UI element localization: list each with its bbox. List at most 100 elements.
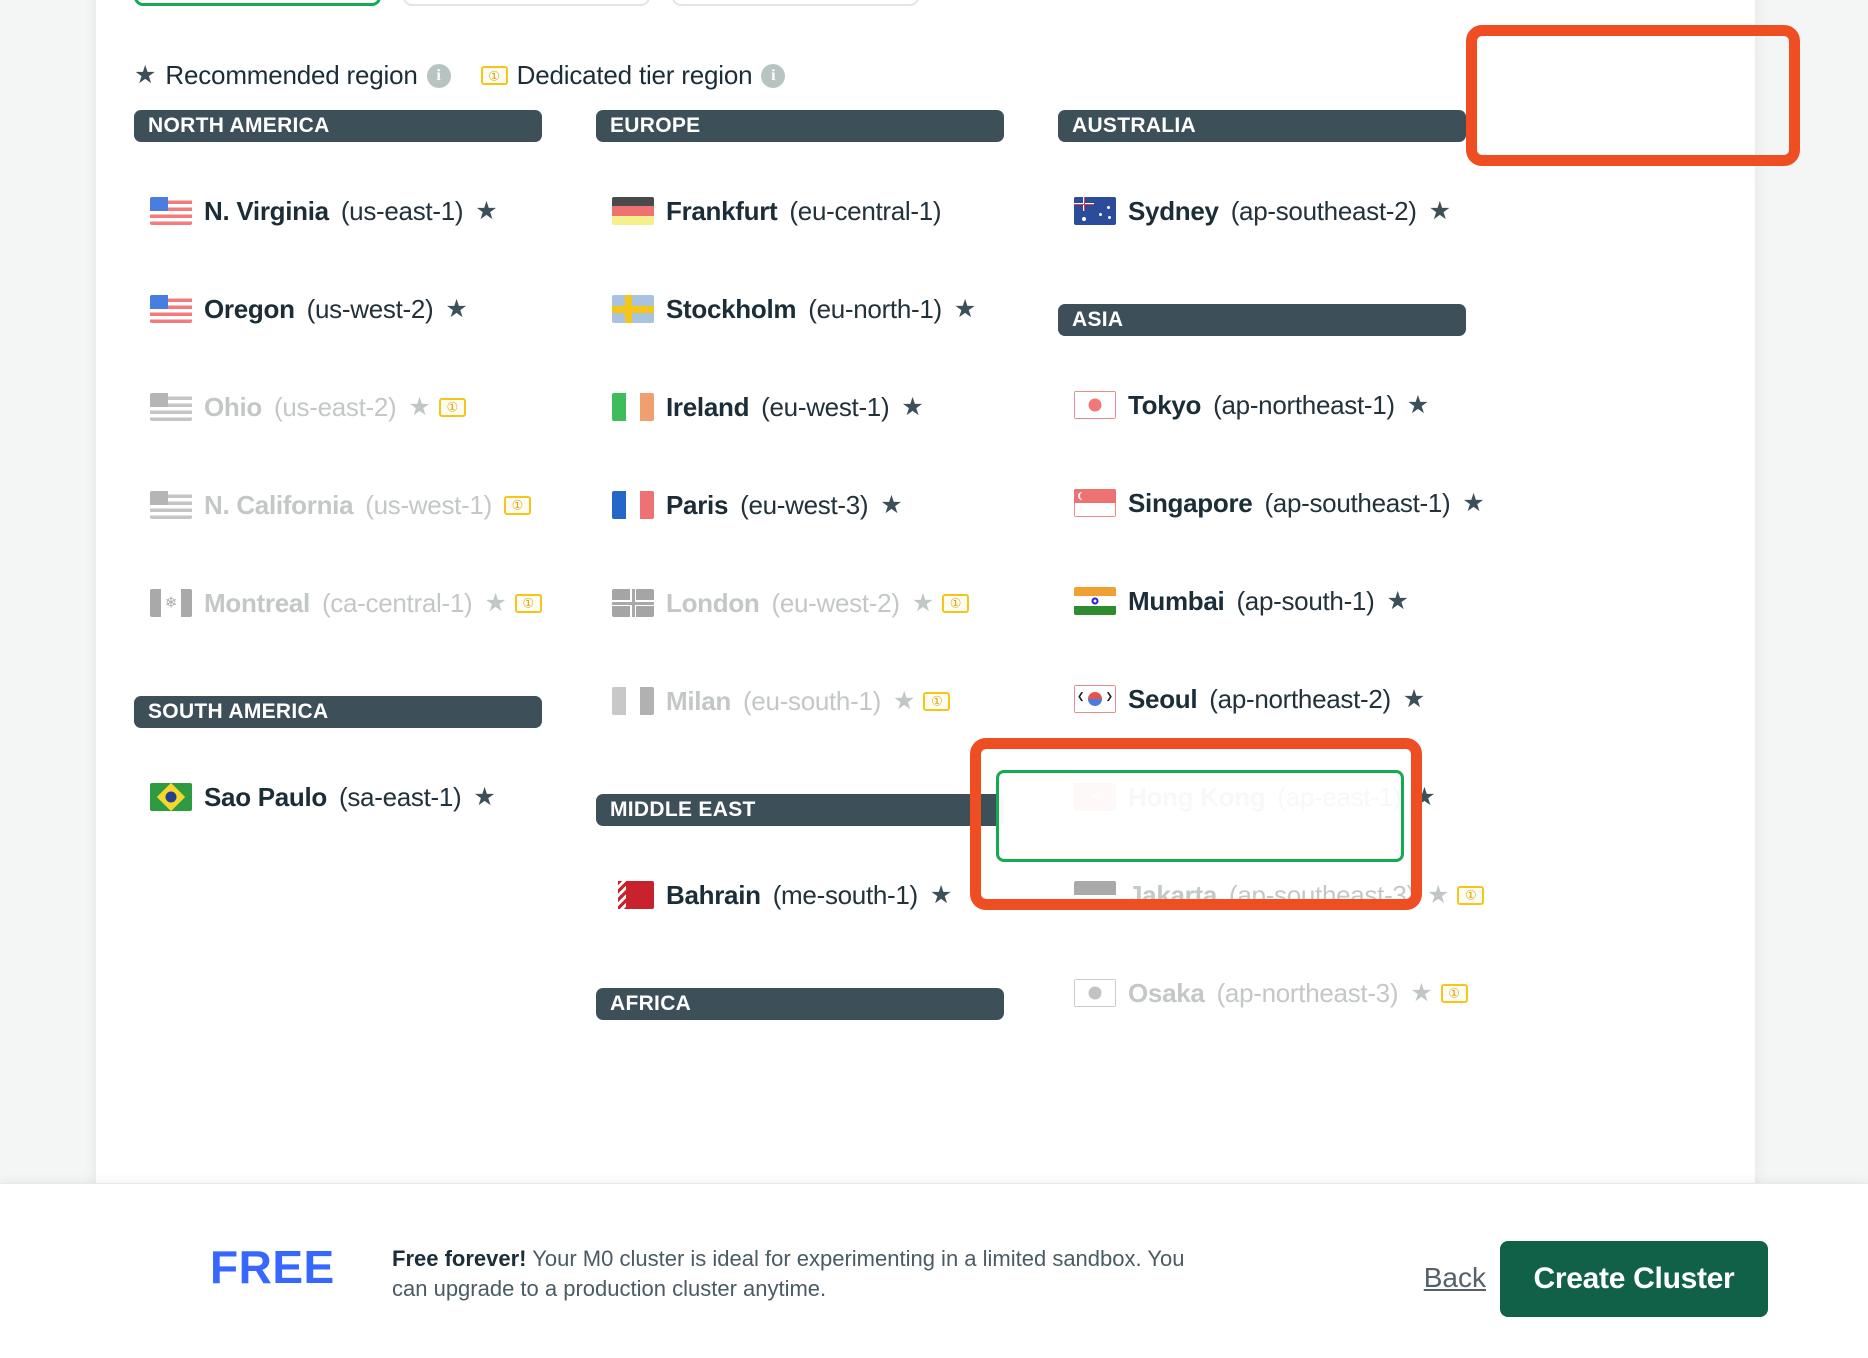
region-city-name: N. Virginia — [204, 195, 329, 226]
region-code: (eu-west-3) — [740, 489, 869, 520]
region-code: (ca-central-1) — [321, 587, 473, 618]
region-city-name: Sydney — [1128, 195, 1219, 226]
money-icon — [923, 691, 951, 711]
flag-icon-se — [612, 295, 654, 323]
region-option-paris[interactable]: Paris (eu-west-3) ★ — [596, 456, 1004, 554]
flag-icon-ca: ❄ — [150, 589, 192, 617]
region-code: (eu-south-1) — [742, 685, 881, 716]
provider-card-gcp[interactable]: Google Cloud — [403, 0, 650, 6]
region-option-oregon[interactable]: Oregon (us-west-2) ★ — [134, 260, 542, 358]
tier-description-bold: Free forever! — [392, 1246, 527, 1271]
flag-icon-us — [150, 491, 192, 519]
region-option-tokyo[interactable]: Tokyo (ap-northeast-1) ★ — [1058, 356, 1466, 454]
region-legend: ★ Recommended region i Dedicated tier re… — [134, 60, 786, 91]
star-icon: ★ — [473, 782, 496, 811]
region-option-mumbai[interactable]: Mumbai (ap-south-1) ★ — [1058, 552, 1466, 650]
group-header-south-america: SOUTH AMERICA — [134, 696, 542, 728]
money-icon — [438, 397, 466, 417]
region-list-europe: Frankfurt (eu-central-1) Stockholm (eu-nort… — [596, 162, 1004, 750]
region-code: (sa-east-1) — [339, 781, 462, 812]
flag-icon-us — [150, 197, 192, 225]
region-option-montreal: ❄ Montreal (ca-central-1) ★ — [134, 554, 542, 652]
region-city-name: Jakarta — [1128, 879, 1217, 910]
star-icon: ★ — [408, 392, 431, 421]
region-badges: ★ — [911, 588, 970, 617]
flag-icon-br — [150, 783, 192, 811]
star-icon: ★ — [1413, 782, 1436, 811]
money-icon — [480, 66, 508, 85]
region-column-americas: NORTH AMERICA N. Virginia (us-east-1) ★ Ore… — [134, 110, 542, 1042]
region-badges: ★ — [901, 392, 924, 421]
region-option-sydney[interactable]: Sydney (ap-southeast-2) ★ — [1058, 162, 1466, 260]
info-icon[interactable]: i — [761, 63, 786, 88]
region-option-ireland[interactable]: Ireland (eu-west-1) ★ — [596, 358, 1004, 456]
region-option-ohio: Ohio (us-east-2) ★ — [134, 358, 542, 456]
group-header-middle-east: MIDDLE EAST — [596, 794, 1004, 826]
region-badges: ★ — [445, 296, 467, 322]
region-code: (us-east-1) — [340, 195, 464, 226]
region-badges: ★ — [893, 688, 951, 714]
region-option-hong-kong[interactable]: ✳ Hong Kong (ap-east-1) ★ — [1058, 748, 1466, 846]
region-badges: ★ — [930, 882, 952, 908]
cloud-provider-selector[interactable]: aws Google Cloud Azure — [134, 0, 919, 6]
region-option-singapore[interactable]: Singapore (ap-southeast-1) ★ — [1058, 454, 1485, 552]
region-option-n-california: N. California (us-west-1) — [134, 456, 542, 554]
region-code: (us-east-2) — [274, 391, 397, 422]
region-city-name: London — [666, 587, 760, 618]
star-icon: ★ — [484, 588, 507, 617]
group-header-asia: ASIA — [1058, 304, 1466, 336]
region-column-emea: EUROPE Frankfurt (eu-central-1) Stockholm (… — [596, 110, 1004, 1042]
star-icon: ★ — [475, 196, 498, 225]
region-city-name: Ireland — [666, 391, 750, 422]
region-city-name: Oregon — [204, 293, 295, 324]
region-city-name: Hong Kong — [1128, 781, 1266, 812]
region-code: (eu-north-1) — [808, 293, 942, 324]
region-option-seoul[interactable]: ❮ ❯ Seoul (ap-northeast-2) ★ — [1058, 650, 1466, 748]
region-code: (ap-northeast-2) — [1209, 683, 1391, 714]
region-badges: ★ — [1407, 392, 1429, 418]
region-city-name: Singapore — [1128, 487, 1253, 518]
region-code: (ap-northeast-1) — [1213, 389, 1395, 420]
region-code: (ap-south-1) — [1236, 585, 1375, 616]
region-option-sao-paulo[interactable]: Sao Paulo (sa-east-1) ★ — [134, 748, 542, 846]
region-option-n-virginia[interactable]: N. Virginia (us-east-1) ★ — [134, 162, 542, 260]
group-header-north-america: NORTH AMERICA — [134, 110, 542, 142]
tier-description: Free forever! Your M0 cluster is ideal f… — [392, 1244, 1192, 1303]
star-icon: ★ — [901, 392, 924, 421]
flag-icon-gb — [612, 589, 654, 617]
region-option-osaka: Osaka (ap-northeast-3) ★ — [1058, 944, 1468, 1042]
region-selection-screen: aws Google Cloud Azure — [0, 0, 1868, 1358]
region-city-name: Paris — [666, 489, 729, 520]
money-icon — [503, 495, 531, 515]
region-badges: ★ — [953, 294, 977, 323]
create-cluster-button[interactable]: Create Cluster — [1500, 1241, 1768, 1317]
region-option-frankfurt[interactable]: Frankfurt (eu-central-1) — [596, 162, 1004, 260]
region-code: (us-west-1) — [365, 489, 492, 520]
info-icon[interactable]: i — [426, 63, 451, 88]
flag-icon-us — [150, 393, 192, 421]
region-code: (ap-northeast-3) — [1216, 977, 1399, 1008]
region-city-name: Ohio — [204, 391, 263, 422]
region-city-name: Bahrain — [666, 879, 761, 910]
tier-badge-free: FREE — [210, 1241, 335, 1293]
region-list-middle-east: Bahrain (me-south-1) ★ — [596, 846, 1004, 944]
back-link[interactable]: Back — [1424, 1262, 1486, 1294]
region-option-stockholm[interactable]: Stockholm (eu-north-1) ★ — [596, 260, 1004, 358]
region-option-bahrain[interactable]: Bahrain (me-south-1) ★ — [596, 846, 1004, 944]
region-badges: ★ — [473, 782, 496, 811]
flag-icon-kr: ❮ ❯ — [1074, 685, 1116, 713]
region-city-name: Seoul — [1128, 683, 1198, 714]
provider-card-azure[interactable]: Azure — [672, 0, 919, 6]
region-code: (eu-west-2) — [771, 587, 900, 618]
region-city-name: Tokyo — [1128, 389, 1202, 420]
star-icon: ★ — [911, 588, 935, 617]
region-list-south-america: Sao Paulo (sa-east-1) ★ — [134, 748, 542, 846]
region-city-name: Frankfurt — [666, 195, 778, 226]
star-icon: ★ — [880, 490, 903, 519]
region-badges: ★ — [1410, 980, 1468, 1006]
star-icon: ★ — [953, 294, 977, 323]
region-badges: ★ — [1413, 782, 1436, 811]
region-badges: ★ — [484, 588, 542, 617]
provider-card-aws[interactable]: aws — [134, 0, 381, 6]
group-header-europe: EUROPE — [596, 110, 1004, 142]
